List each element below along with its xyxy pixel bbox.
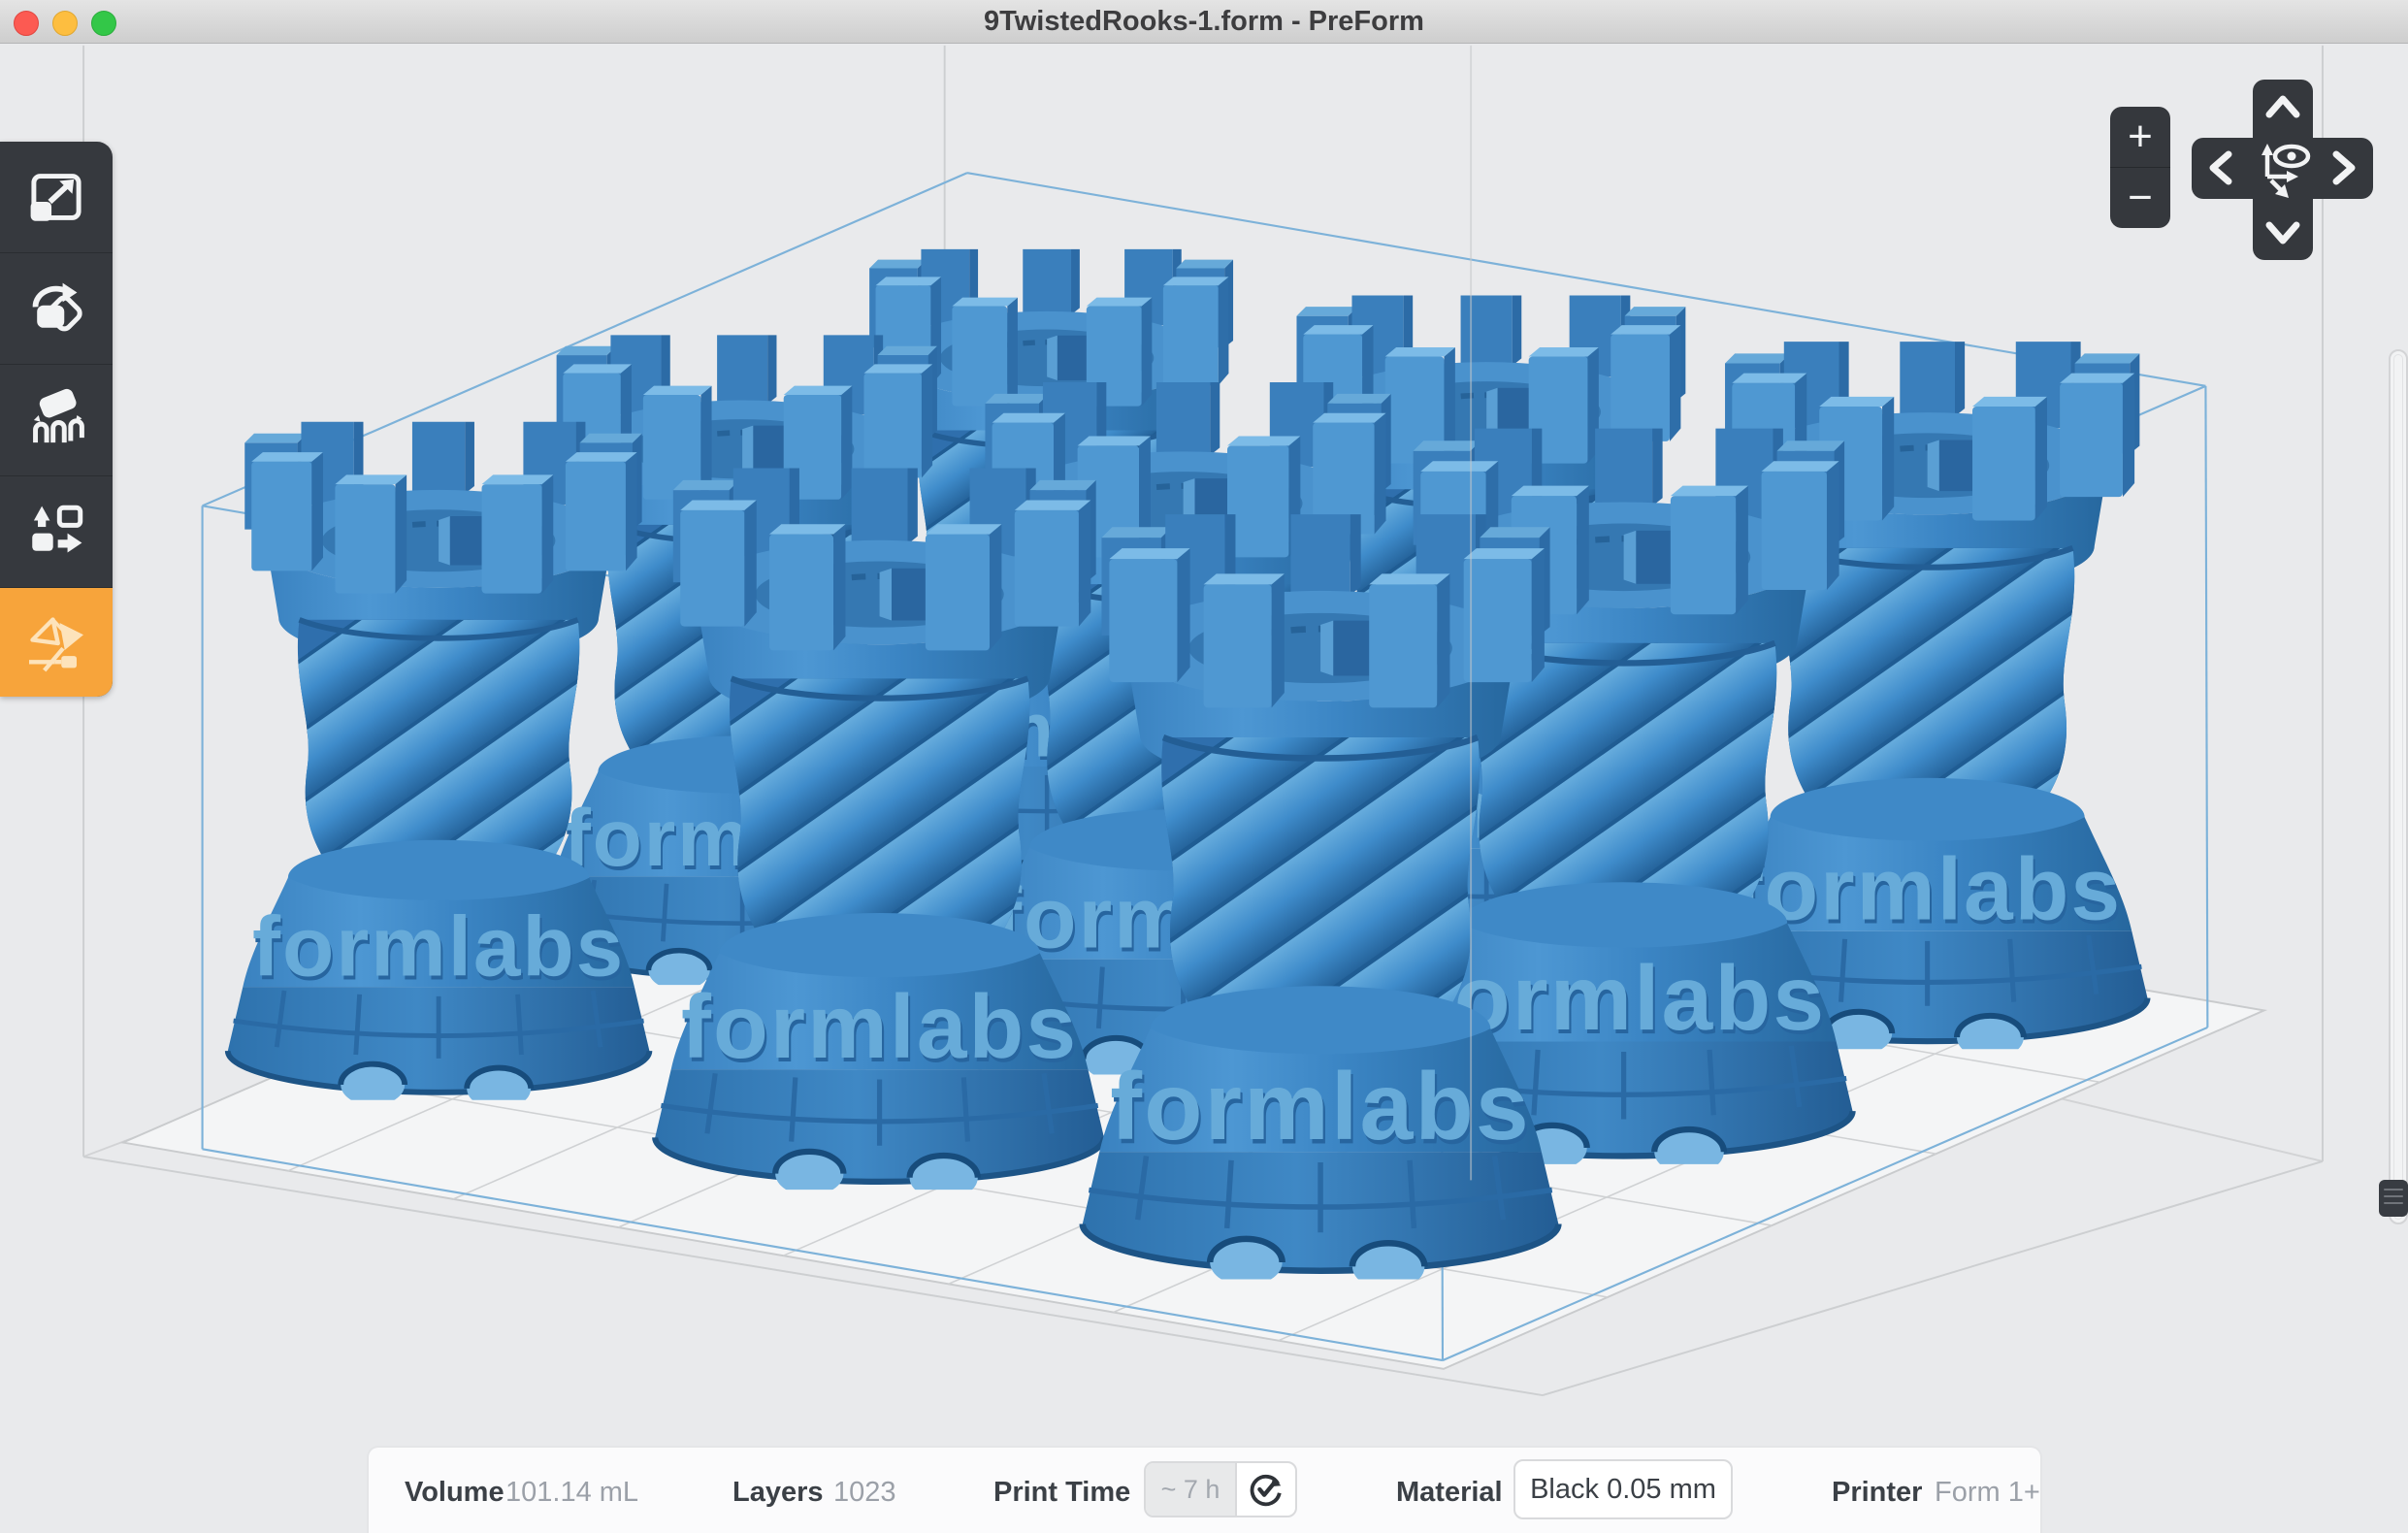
layer-slider-handle[interactable]: [2379, 1180, 2408, 1217]
refresh-check-icon: [1248, 1471, 1285, 1508]
layers-label: Layers: [732, 1477, 824, 1509]
tool-scale-button[interactable]: [0, 142, 113, 253]
material-label: Material: [1396, 1477, 1503, 1509]
print-icon: [22, 609, 90, 677]
refresh-print-time-button[interactable]: [1235, 1463, 1295, 1516]
rotate-icon: [24, 277, 88, 341]
layer-slider-track[interactable]: [2389, 349, 2408, 1224]
print-time-control: ~ 7 h: [1144, 1461, 1297, 1517]
zoom-out-button[interactable]: −: [2110, 168, 2170, 228]
view-dpad: [2192, 80, 2373, 260]
tool-layout-button[interactable]: [0, 476, 113, 588]
printer-label: Printer: [1832, 1477, 1922, 1509]
tool-sidebar: [0, 142, 113, 697]
layers-value: 1023: [833, 1477, 896, 1509]
volume-value: 101.14 mL: [505, 1477, 638, 1509]
print-time-value: ~ 7 h: [1146, 1463, 1235, 1516]
supports-icon: [24, 388, 88, 452]
printer-value: Form 1+: [1935, 1477, 2040, 1509]
status-bar: Volume 101.14 mL Layers 1023 Print Time …: [367, 1446, 2042, 1533]
title-bar: 9TwistedRooks-1.form - PreForm: [0, 0, 2408, 44]
zoom-control: + −: [2110, 107, 2170, 228]
print-time-label: Print Time: [993, 1477, 1130, 1509]
tool-print-button[interactable]: [0, 588, 113, 697]
material-selector[interactable]: Black 0.05 mm: [1513, 1459, 1733, 1519]
material-value: Black 0.05 mm: [1530, 1474, 1716, 1506]
tool-supports-button[interactable]: [0, 365, 113, 476]
zoom-in-button[interactable]: +: [2110, 107, 2170, 168]
rook-models: [143, 212, 2236, 1451]
tool-orient-button[interactable]: [0, 253, 113, 365]
window-title: 9TwistedRooks-1.form - PreForm: [0, 0, 2408, 43]
volume-label: Volume: [405, 1477, 504, 1509]
scale-icon: [24, 165, 88, 229]
viewport-3d[interactable]: formlabs formlabs: [0, 43, 2408, 1533]
layout-icon: [24, 500, 88, 564]
